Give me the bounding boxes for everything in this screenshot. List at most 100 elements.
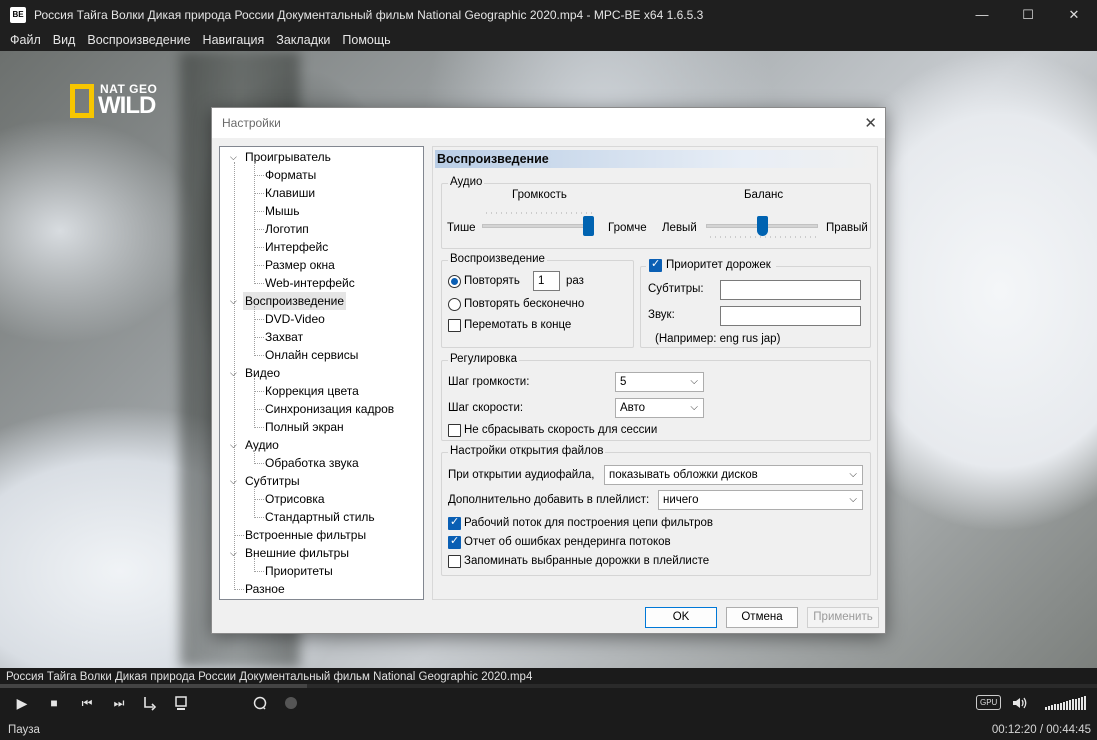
- volume-slider[interactable]: [1045, 696, 1089, 710]
- tree-item-label: Форматы: [265, 168, 317, 182]
- menu-file[interactable]: Файл: [4, 29, 47, 51]
- cancel-button[interactable]: Отмена: [726, 607, 798, 628]
- render-errors-checkbox[interactable]: [448, 534, 461, 549]
- remember-tracks-checkbox[interactable]: [448, 555, 461, 568]
- menu-navigation[interactable]: Навигация: [197, 29, 271, 51]
- tree-subitem[interactable]: Приоритеты: [220, 562, 423, 580]
- previous-icon[interactable]: ⏮: [76, 693, 98, 713]
- tree-subitem[interactable]: Синхронизация кадров: [220, 400, 423, 418]
- chevron-down-icon[interactable]: ⌵: [230, 364, 240, 382]
- menu-bar: Файл Вид Воспроизведение Навигация Закла…: [0, 29, 1097, 51]
- volume-slider-track[interactable]: [482, 224, 594, 228]
- speed-step-select[interactable]: Авто ⌵: [615, 398, 704, 418]
- settings-tree[interactable]: ⌵ Проигрыватель Форматы Клавиши Мышь Логотип И…: [219, 146, 424, 600]
- chevron-down-icon: ⌵: [849, 469, 857, 480]
- menu-help[interactable]: Помощь: [336, 29, 396, 51]
- tree-category[interactable]: Разное: [220, 580, 423, 598]
- worker-thread-checkbox[interactable]: [448, 515, 461, 530]
- rewind-at-end-label: Перемотать в конце: [464, 319, 572, 331]
- play-icon[interactable]: ▶: [12, 693, 32, 713]
- playback-group: Воспроизведение Повторять 1 раз Повторят…: [441, 253, 634, 348]
- tree-item-label: Интерфейс: [265, 240, 329, 254]
- shader-icon[interactable]: [281, 693, 301, 713]
- dialog-close-icon[interactable]: ✕: [864, 114, 877, 132]
- frame-step-icon[interactable]: [140, 693, 160, 713]
- close-button[interactable]: ✕: [1051, 0, 1097, 29]
- tree-subitem[interactable]: Мышь: [220, 202, 423, 220]
- audio-file-select[interactable]: показывать обложки дисков ⌵: [604, 465, 863, 485]
- track-priority-example: (Например: eng rus jap): [655, 333, 781, 345]
- tree-subitem[interactable]: Обработка звука: [220, 454, 423, 472]
- volume-bar: [1045, 707, 1047, 710]
- remember-tracks-label: Запоминать выбранные дорожки в плейлисте: [464, 555, 710, 567]
- minimize-button[interactable]: —: [959, 0, 1005, 29]
- stop-icon[interactable]: ■: [44, 693, 64, 713]
- audio-file-value: показывать обложки дисков: [609, 469, 758, 481]
- chevron-down-icon[interactable]: ⌵: [230, 292, 240, 310]
- apply-button[interactable]: Применить: [807, 607, 879, 628]
- tree-subitem[interactable]: Отрисовка: [220, 490, 423, 508]
- tree-subitem[interactable]: Клавиши: [220, 184, 423, 202]
- repeat-count-input[interactable]: 1: [533, 271, 560, 291]
- volume-icon[interactable]: [1010, 693, 1030, 713]
- tree-subitem[interactable]: Коррекция цвета: [220, 382, 423, 400]
- repeat-radio[interactable]: [448, 275, 461, 288]
- volume-bar: [1063, 701, 1065, 710]
- tree-category[interactable]: ⌵ Субтитры: [220, 472, 423, 490]
- next-icon[interactable]: ⏭: [108, 693, 130, 713]
- tree-subitem[interactable]: Интерфейс: [220, 238, 423, 256]
- volume-bar: [1048, 706, 1050, 710]
- volume-slider-thumb[interactable]: [583, 216, 594, 236]
- gpu-indicator[interactable]: GPU: [976, 695, 1002, 710]
- frame-step-glyph: [144, 697, 157, 711]
- tree-item-label: Внешние фильтры: [245, 546, 349, 560]
- chevron-down-icon[interactable]: ⌵: [230, 436, 240, 454]
- chevron-down-icon: ⌵: [849, 494, 857, 505]
- tree-subitem[interactable]: Форматы: [220, 166, 423, 184]
- tree-subitem[interactable]: Онлайн сервисы: [220, 346, 423, 364]
- balance-slider-thumb[interactable]: [756, 216, 768, 236]
- file-open-group-title: Настройки открытия файлов: [448, 445, 606, 457]
- tree-subitem[interactable]: Захват: [220, 328, 423, 346]
- eject-icon[interactable]: [171, 693, 191, 713]
- menu-bookmarks[interactable]: Закладки: [270, 29, 336, 51]
- menu-playback[interactable]: Воспроизведение: [81, 29, 196, 51]
- tree-subitem[interactable]: Размер окна: [220, 256, 423, 274]
- tree-category[interactable]: ⌵ Видео: [220, 364, 423, 382]
- tree-subitem[interactable]: Полный экран: [220, 418, 423, 436]
- menu-view[interactable]: Вид: [47, 29, 82, 51]
- volume-step-value: 5: [620, 376, 627, 388]
- chevron-down-icon: ⌵: [690, 376, 698, 387]
- maximize-button[interactable]: ☐: [1005, 0, 1051, 29]
- tree-subitem[interactable]: Стандартный стиль: [220, 508, 423, 526]
- tree-subitem[interactable]: Логотип: [220, 220, 423, 238]
- repeat-forever-radio[interactable]: [448, 298, 461, 311]
- rewind-at-end-checkbox[interactable]: [448, 319, 461, 332]
- no-reset-speed-checkbox[interactable]: [448, 424, 461, 437]
- volume-bar: [1060, 702, 1062, 710]
- subtitles-priority-input[interactable]: [720, 280, 861, 300]
- tree-category[interactable]: ⌵ Аудио: [220, 436, 423, 454]
- track-priority-checkbox[interactable]: [649, 257, 662, 272]
- chevron-down-icon[interactable]: ⌵: [230, 472, 240, 490]
- settings-dialog: Настройки ✕ ⌵ Проигрыватель Форматы Клавиши…: [211, 107, 886, 634]
- tree-item-label: Стандартный стиль: [265, 510, 375, 524]
- add-playlist-select[interactable]: ничего ⌵: [658, 490, 863, 510]
- volume-bar: [1072, 699, 1074, 710]
- volume-step-select[interactable]: 5 ⌵: [615, 372, 704, 392]
- ok-button[interactable]: OK: [645, 607, 717, 628]
- tree-category[interactable]: ⌵ Проигрыватель: [220, 148, 423, 166]
- dialog-title: Настройки: [222, 116, 281, 130]
- chevron-down-icon[interactable]: ⌵: [230, 544, 240, 562]
- tree-item-label: Коррекция цвета: [265, 384, 359, 398]
- tree-branch-line: [254, 486, 255, 518]
- tree-category[interactable]: ⌵ Внешние фильтры: [220, 544, 423, 562]
- tree-subitem[interactable]: DVD-Video: [220, 310, 423, 328]
- tree-category[interactable]: ⌵ Воспроизведение: [220, 292, 423, 310]
- subtitle-search-icon[interactable]: [250, 693, 270, 713]
- tree-subitem[interactable]: Web-интерфейс: [220, 274, 423, 292]
- chevron-down-icon[interactable]: ⌵: [230, 148, 240, 166]
- tree-category[interactable]: Встроенные фильтры: [220, 526, 423, 544]
- audio-priority-input[interactable]: [720, 306, 861, 326]
- volume-bar: [1057, 703, 1059, 710]
